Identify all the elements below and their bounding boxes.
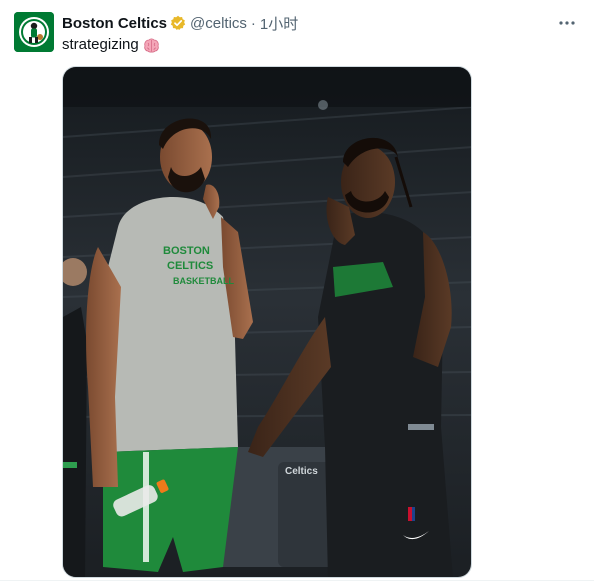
tweet-card[interactable]: Boston Celtics @celtics · 1小时 strategizi…: [0, 0, 594, 581]
court-banner-text: Celtics: [285, 466, 318, 477]
celtics-logo-icon[interactable]: [14, 12, 54, 52]
tweet-header: Boston Celtics @celtics · 1小时: [62, 13, 298, 33]
more-horizontal-icon[interactable]: [556, 12, 578, 34]
timestamp[interactable]: 1小时: [260, 13, 298, 34]
brain-emoji-icon: [143, 37, 160, 54]
separator-dot: ·: [250, 14, 256, 32]
tweet-text: strategizing: [62, 35, 160, 55]
author-name[interactable]: Boston Celtics: [62, 15, 167, 32]
shirt-text-line-1: BOSTON: [163, 245, 210, 257]
shirt-text-line-3: BASKETBALL: [173, 276, 234, 286]
shirt-text-line-2: CELTICS: [167, 260, 213, 272]
gold-verified-badge-icon[interactable]: [170, 15, 186, 31]
author-handle[interactable]: @celtics: [190, 15, 247, 32]
tweet-text-content: strategizing: [62, 36, 139, 53]
tweet-photo[interactable]: Celtics BOSTON CELTICS BASKETBALL: [62, 66, 472, 578]
